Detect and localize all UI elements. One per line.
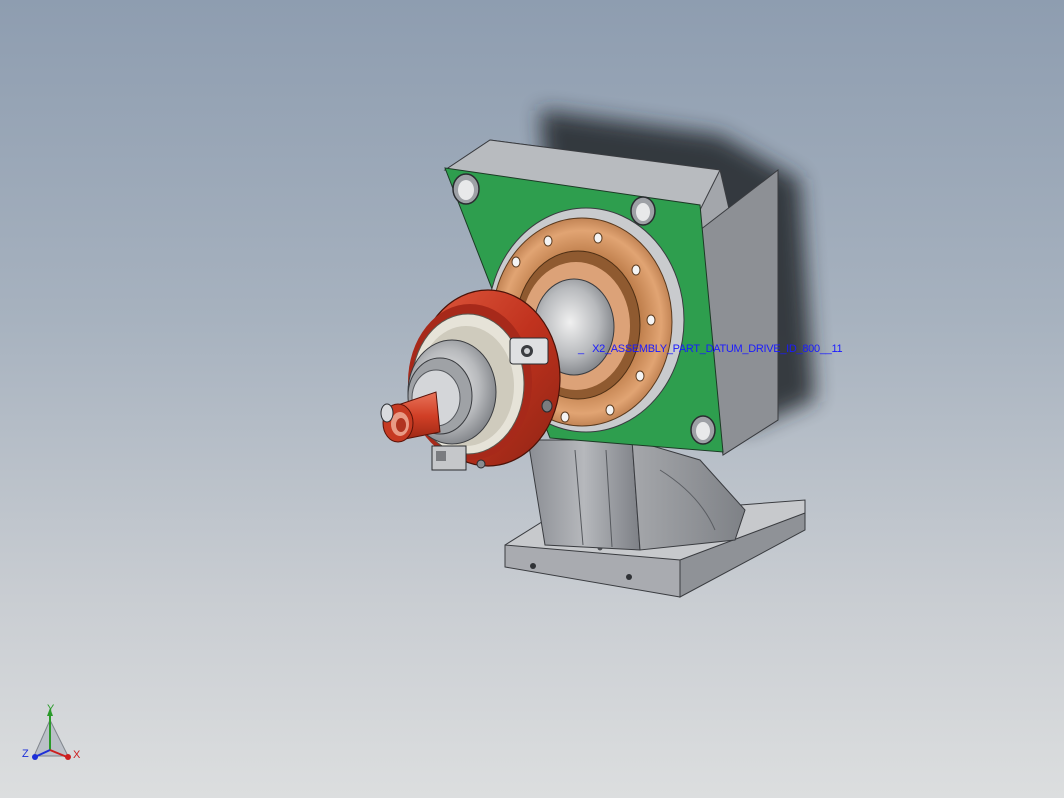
cad-model[interactable] xyxy=(0,0,1064,798)
triad-z-label: Z xyxy=(22,748,29,760)
coordinate-triad[interactable]: Y Z X xyxy=(20,704,84,768)
annotation-label[interactable]: _ X2_ASSEMBLY_PART_DATUM_DRIVE_ID_800__1… xyxy=(578,343,843,356)
triad-x-label: X xyxy=(73,749,81,761)
graphics-viewport[interactable]: _ X2_ASSEMBLY_PART_DATUM_DRIVE_ID_800__1… xyxy=(0,0,1064,798)
pedestal-column xyxy=(527,439,746,551)
triad-y-label: Y xyxy=(47,703,55,715)
